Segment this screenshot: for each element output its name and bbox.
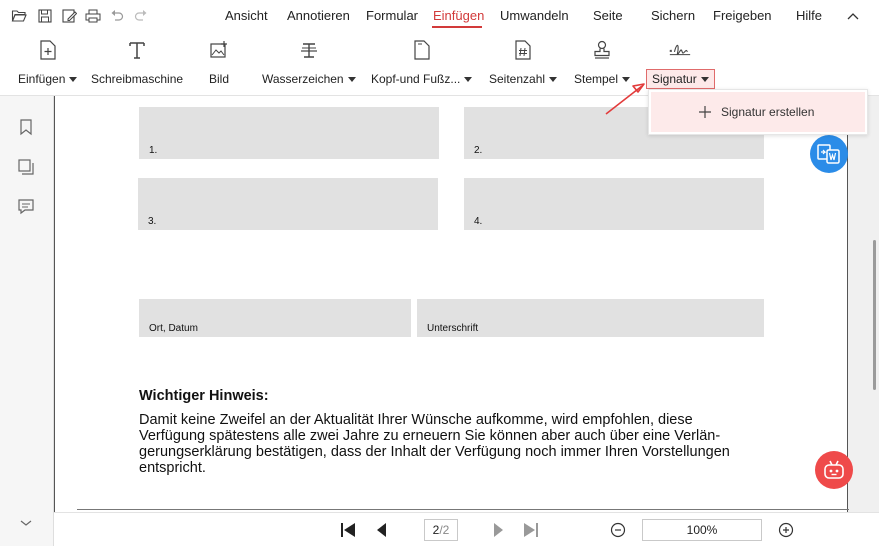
image-tool-label: Bild: [208, 72, 229, 86]
last-page-icon[interactable]: [523, 522, 539, 538]
menu-formular[interactable]: Formular: [366, 8, 418, 23]
watermark-icon: [297, 38, 321, 62]
annotation-arrow: [605, 83, 645, 115]
notice-line: Damit keine Zweifel an der Aktualität Ih…: [139, 412, 693, 428]
zoom-out-icon[interactable]: [610, 522, 626, 538]
convert-to-word-button[interactable]: [810, 135, 848, 173]
place-date-field[interactable]: Ort, Datum: [139, 299, 411, 337]
next-page-icon[interactable]: [490, 522, 506, 538]
menu-annotieren[interactable]: Annotieren: [287, 8, 350, 23]
left-sidebar: [0, 96, 54, 546]
header-footer-tool[interactable]: Kopf-und Fußz...: [371, 38, 473, 86]
create-signature-option[interactable]: Signatur erstellen: [651, 92, 865, 132]
signature-icon: [668, 38, 692, 62]
typewriter-tool[interactable]: Schreibmaschine: [91, 38, 183, 86]
zoom-in-icon[interactable]: [778, 522, 794, 538]
document-page: 1. 2. 3. 4. Ort, Datum Unterschrift Wich…: [54, 96, 849, 512]
menu-umwandeln[interactable]: Umwandeln: [500, 8, 569, 23]
header-footer-tool-label: Kopf-und Fußz...: [371, 72, 461, 86]
insert-tool[interactable]: Einfügen: [18, 38, 78, 86]
page-bottom-rule: [77, 509, 849, 510]
watermark-tool[interactable]: Wasserzeichen: [262, 38, 356, 86]
menu-sichern[interactable]: Sichern: [651, 8, 695, 23]
robot-icon: [824, 460, 844, 479]
notice-line: gerungserklärung bestätigen, dass der In…: [139, 444, 730, 460]
chevron-down-icon: [549, 76, 558, 82]
chevron-down-icon[interactable]: [17, 516, 37, 536]
image-icon: [207, 38, 231, 62]
signature-tool-label: Signatur: [652, 72, 697, 86]
document-viewer: 1. 2. 3. 4. Ort, Datum Unterschrift Wich…: [54, 96, 879, 512]
image-tool[interactable]: Bild: [207, 38, 231, 86]
undo-icon[interactable]: [108, 7, 126, 25]
page-number-tool[interactable]: Seitenzahl: [489, 38, 558, 86]
chevron-down-icon: [69, 76, 78, 82]
typewriter-icon: [125, 38, 149, 62]
save-icon[interactable]: [36, 7, 54, 25]
convert-word-icon: [817, 144, 840, 164]
form-field-label: Ort, Datum: [149, 323, 198, 334]
current-page: 2: [432, 523, 440, 537]
notice-line: Verfügung spätestens alle zwei Jahre zu …: [139, 428, 721, 444]
watermark-tool-label: Wasserzeichen: [262, 72, 344, 86]
chevron-down-icon: [700, 76, 709, 82]
chevron-down-icon: [347, 76, 356, 82]
collapse-ribbon-icon[interactable]: [846, 8, 862, 22]
ai-assistant-button[interactable]: [815, 451, 853, 489]
menu-seite[interactable]: Seite: [593, 8, 623, 23]
signature-tool[interactable]: Signatur: [646, 38, 715, 89]
header-footer-icon: [410, 38, 434, 62]
page-number-input[interactable]: 2/2: [424, 519, 458, 541]
open-folder-icon[interactable]: [10, 7, 28, 25]
form-field-4[interactable]: 4.: [464, 178, 764, 230]
form-field-label: 3.: [148, 216, 157, 227]
total-pages: /2: [439, 523, 450, 537]
chevron-down-icon: [464, 76, 473, 82]
zoom-level-input[interactable]: 100%: [642, 519, 762, 541]
active-tab-indicator: [432, 26, 482, 28]
page-number-icon: [511, 38, 535, 62]
typewriter-tool-label: Schreibmaschine: [91, 72, 184, 86]
ribbon-toolbar: Einfügen Schreibmaschine Bild Wasserzeic…: [0, 32, 879, 96]
redo-icon[interactable]: [132, 7, 150, 25]
stamp-icon: [590, 38, 614, 62]
form-field-1[interactable]: 1.: [139, 107, 439, 159]
first-page-icon[interactable]: [340, 522, 356, 538]
form-field-label: 1.: [149, 145, 158, 156]
signature-dropdown-menu: Signatur erstellen: [648, 89, 868, 135]
insert-tool-label: Einfügen: [18, 72, 66, 86]
form-field-label: 4.: [474, 216, 483, 227]
bottom-navigation-bar: 2/2 100%: [54, 512, 879, 546]
form-field-label: 2.: [474, 145, 483, 156]
thumbnails-icon[interactable]: [17, 158, 37, 178]
signature-field[interactable]: Unterschrift: [417, 299, 764, 337]
create-signature-label: Signatur erstellen: [721, 105, 815, 119]
form-field-3[interactable]: 3.: [138, 178, 438, 230]
comments-icon[interactable]: [17, 198, 37, 218]
previous-page-icon[interactable]: [374, 522, 390, 538]
print-icon[interactable]: [84, 7, 102, 25]
title-bar: Ansicht Annotieren Formular Einfügen Umw…: [0, 0, 879, 32]
notice-heading: Wichtiger Hinweis:: [139, 388, 269, 404]
menu-hilfe[interactable]: Hilfe: [796, 8, 822, 23]
menu-einfuegen[interactable]: Einfügen: [433, 8, 484, 23]
form-field-label: Unterschrift: [427, 323, 479, 334]
save-as-icon[interactable]: [60, 7, 78, 25]
notice-text: Damit keine Zweifel an der Aktualität Ih…: [139, 412, 779, 476]
menu-freigeben[interactable]: Freigeben: [713, 8, 772, 23]
scrollbar-thumb[interactable]: [873, 240, 876, 390]
plus-icon: [699, 106, 711, 118]
notice-line: entspricht.: [139, 460, 206, 476]
bookmark-icon[interactable]: [17, 118, 37, 138]
page-number-tool-label: Seitenzahl: [489, 72, 546, 86]
add-page-icon: [36, 38, 60, 62]
menu-ansicht[interactable]: Ansicht: [225, 8, 268, 23]
